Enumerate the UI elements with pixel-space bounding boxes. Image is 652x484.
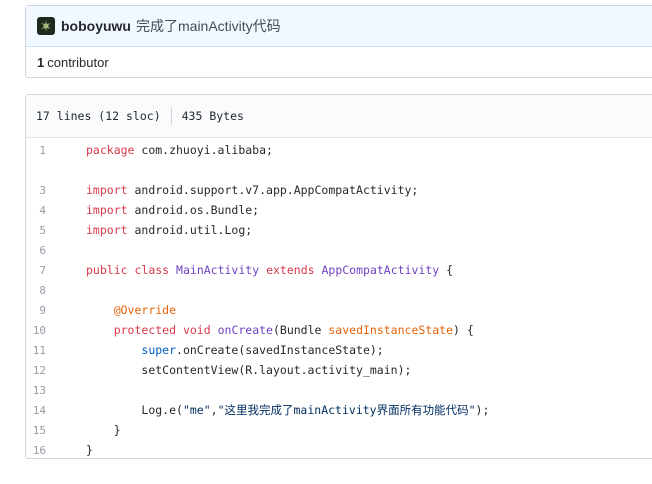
- code-fragment: );: [475, 403, 490, 417]
- annotation: @Override: [113, 303, 177, 317]
- code-fragment: (Bundle: [272, 323, 329, 337]
- line-number[interactable]: 14: [26, 404, 66, 417]
- code-fragment: {: [439, 263, 454, 277]
- parameter: savedInstanceState: [328, 323, 453, 337]
- line-number[interactable]: 4: [26, 204, 66, 217]
- line-number[interactable]: 13: [26, 384, 66, 397]
- code-fragment: ,: [210, 403, 218, 417]
- keyword: class: [134, 263, 170, 277]
- code-text: import android.os.Bundle;: [66, 203, 259, 217]
- code-line: 3 import android.support.v7.app.AppCompa…: [26, 180, 652, 200]
- code-block: 1 package com.zhuoyi.alibaba; 3 import a…: [26, 138, 652, 460]
- function-name: onCreate: [217, 323, 273, 337]
- file-size: 435 Bytes: [181, 109, 244, 123]
- line-number[interactable]: 15: [26, 424, 66, 437]
- code-text: import android.util.Log;: [66, 223, 252, 237]
- contributors-label: contributor: [47, 54, 109, 70]
- line-number[interactable]: 1: [26, 144, 66, 157]
- code-text: }: [66, 423, 121, 437]
- avatar-icon: [41, 20, 51, 32]
- commit-header: boboyuwu 完成了mainActivity代码: [26, 6, 652, 47]
- line-number[interactable]: 3: [26, 184, 66, 197]
- file-lines-info: 17 lines (12 sloc): [36, 109, 161, 123]
- code-line: 1 package com.zhuoyi.alibaba;: [26, 140, 652, 160]
- code-line: 9 @Override: [26, 300, 652, 320]
- keyword: protected: [113, 323, 177, 337]
- code-line: 11 super.onCreate(savedInstanceState);: [26, 340, 652, 360]
- code-text: public class MainActivity extends AppCom…: [66, 263, 453, 277]
- string-literal: "me": [182, 403, 211, 417]
- line-number[interactable]: 12: [26, 364, 66, 377]
- code-fragment: }: [86, 443, 93, 457]
- code-line: 6: [26, 240, 652, 260]
- keyword: import: [86, 223, 128, 237]
- string-literal: "这里我完成了mainActivity界面所有功能代码": [217, 403, 476, 417]
- code-line: 5 import android.util.Log;: [26, 220, 652, 240]
- code-text: }: [66, 443, 93, 457]
- keyword: extends: [266, 263, 315, 277]
- code-line: 15 }: [26, 420, 652, 440]
- code-fragment: com.zhuoyi.alibaba;: [134, 143, 273, 157]
- code-line: 10 protected void onCreate(Bundle savedI…: [26, 320, 652, 340]
- code-text: package com.zhuoyi.alibaba;: [66, 143, 273, 157]
- code-fragment: ) {: [453, 323, 474, 337]
- code-fragment: setContentView(R.layout.activity_main);: [141, 363, 412, 377]
- code-fragment: .onCreate(savedInstanceState);: [176, 343, 384, 357]
- code-fragment: Log.e(: [141, 403, 183, 417]
- code-fragment: }: [113, 423, 121, 437]
- code-line: 16 }: [26, 440, 652, 460]
- code-text: @Override: [66, 303, 176, 317]
- code-fragment: android.support.v7.app.AppCompatActivity…: [127, 183, 419, 197]
- code-line: 7 public class MainActivity extends AppC…: [26, 260, 652, 280]
- code-text: super.onCreate(savedInstanceState);: [66, 343, 384, 357]
- code-line: 14 Log.e("me","这里我完成了mainActivity界面所有功能代…: [26, 400, 652, 420]
- line-number[interactable]: 7: [26, 264, 66, 277]
- code-text: import android.support.v7.app.AppCompatA…: [66, 183, 418, 197]
- code-text: setContentView(R.layout.activity_main);: [66, 363, 411, 377]
- line-number[interactable]: 5: [26, 224, 66, 237]
- class-name: MainActivity: [176, 263, 260, 277]
- commit-message-link[interactable]: 完成了mainActivity代码: [136, 16, 281, 36]
- line-number[interactable]: 10: [26, 324, 66, 337]
- line-number[interactable]: 9: [26, 304, 66, 317]
- code-line: 12 setContentView(R.layout.activity_main…: [26, 360, 652, 380]
- keyword: super: [141, 343, 177, 357]
- file-viewer: 17 lines (12 sloc) 435 Bytes 1 package c…: [25, 94, 652, 459]
- commit-box: boboyuwu 完成了mainActivity代码 1 contributor: [25, 5, 652, 78]
- contributors-count: 1: [37, 54, 45, 70]
- code-line: 13: [26, 380, 652, 400]
- code-fragment: android.util.Log;: [127, 223, 253, 237]
- code-line: 8: [26, 280, 652, 300]
- keyword: package: [86, 143, 135, 157]
- keyword: void: [182, 323, 211, 337]
- line-number[interactable]: 6: [26, 244, 66, 257]
- avatar[interactable]: [37, 17, 55, 35]
- code-text: Log.e("me","这里我完成了mainActivity界面所有功能代码")…: [66, 402, 489, 418]
- line-number[interactable]: 16: [26, 444, 66, 457]
- file-header-divider: [170, 107, 172, 125]
- contributors-summary[interactable]: 1 contributor: [26, 47, 652, 77]
- keyword: public: [86, 263, 128, 277]
- commit-author-link[interactable]: boboyuwu: [61, 18, 131, 34]
- keyword: import: [86, 183, 128, 197]
- class-name: AppCompatActivity: [321, 263, 440, 277]
- line-number[interactable]: 8: [26, 284, 66, 297]
- code-line: 4 import android.os.Bundle;: [26, 200, 652, 220]
- file-header: 17 lines (12 sloc) 435 Bytes: [26, 95, 652, 138]
- line-number[interactable]: 11: [26, 344, 66, 357]
- code-fragment: android.os.Bundle;: [127, 203, 260, 217]
- code-text: protected void onCreate(Bundle savedInst…: [66, 323, 474, 337]
- keyword: import: [86, 203, 128, 217]
